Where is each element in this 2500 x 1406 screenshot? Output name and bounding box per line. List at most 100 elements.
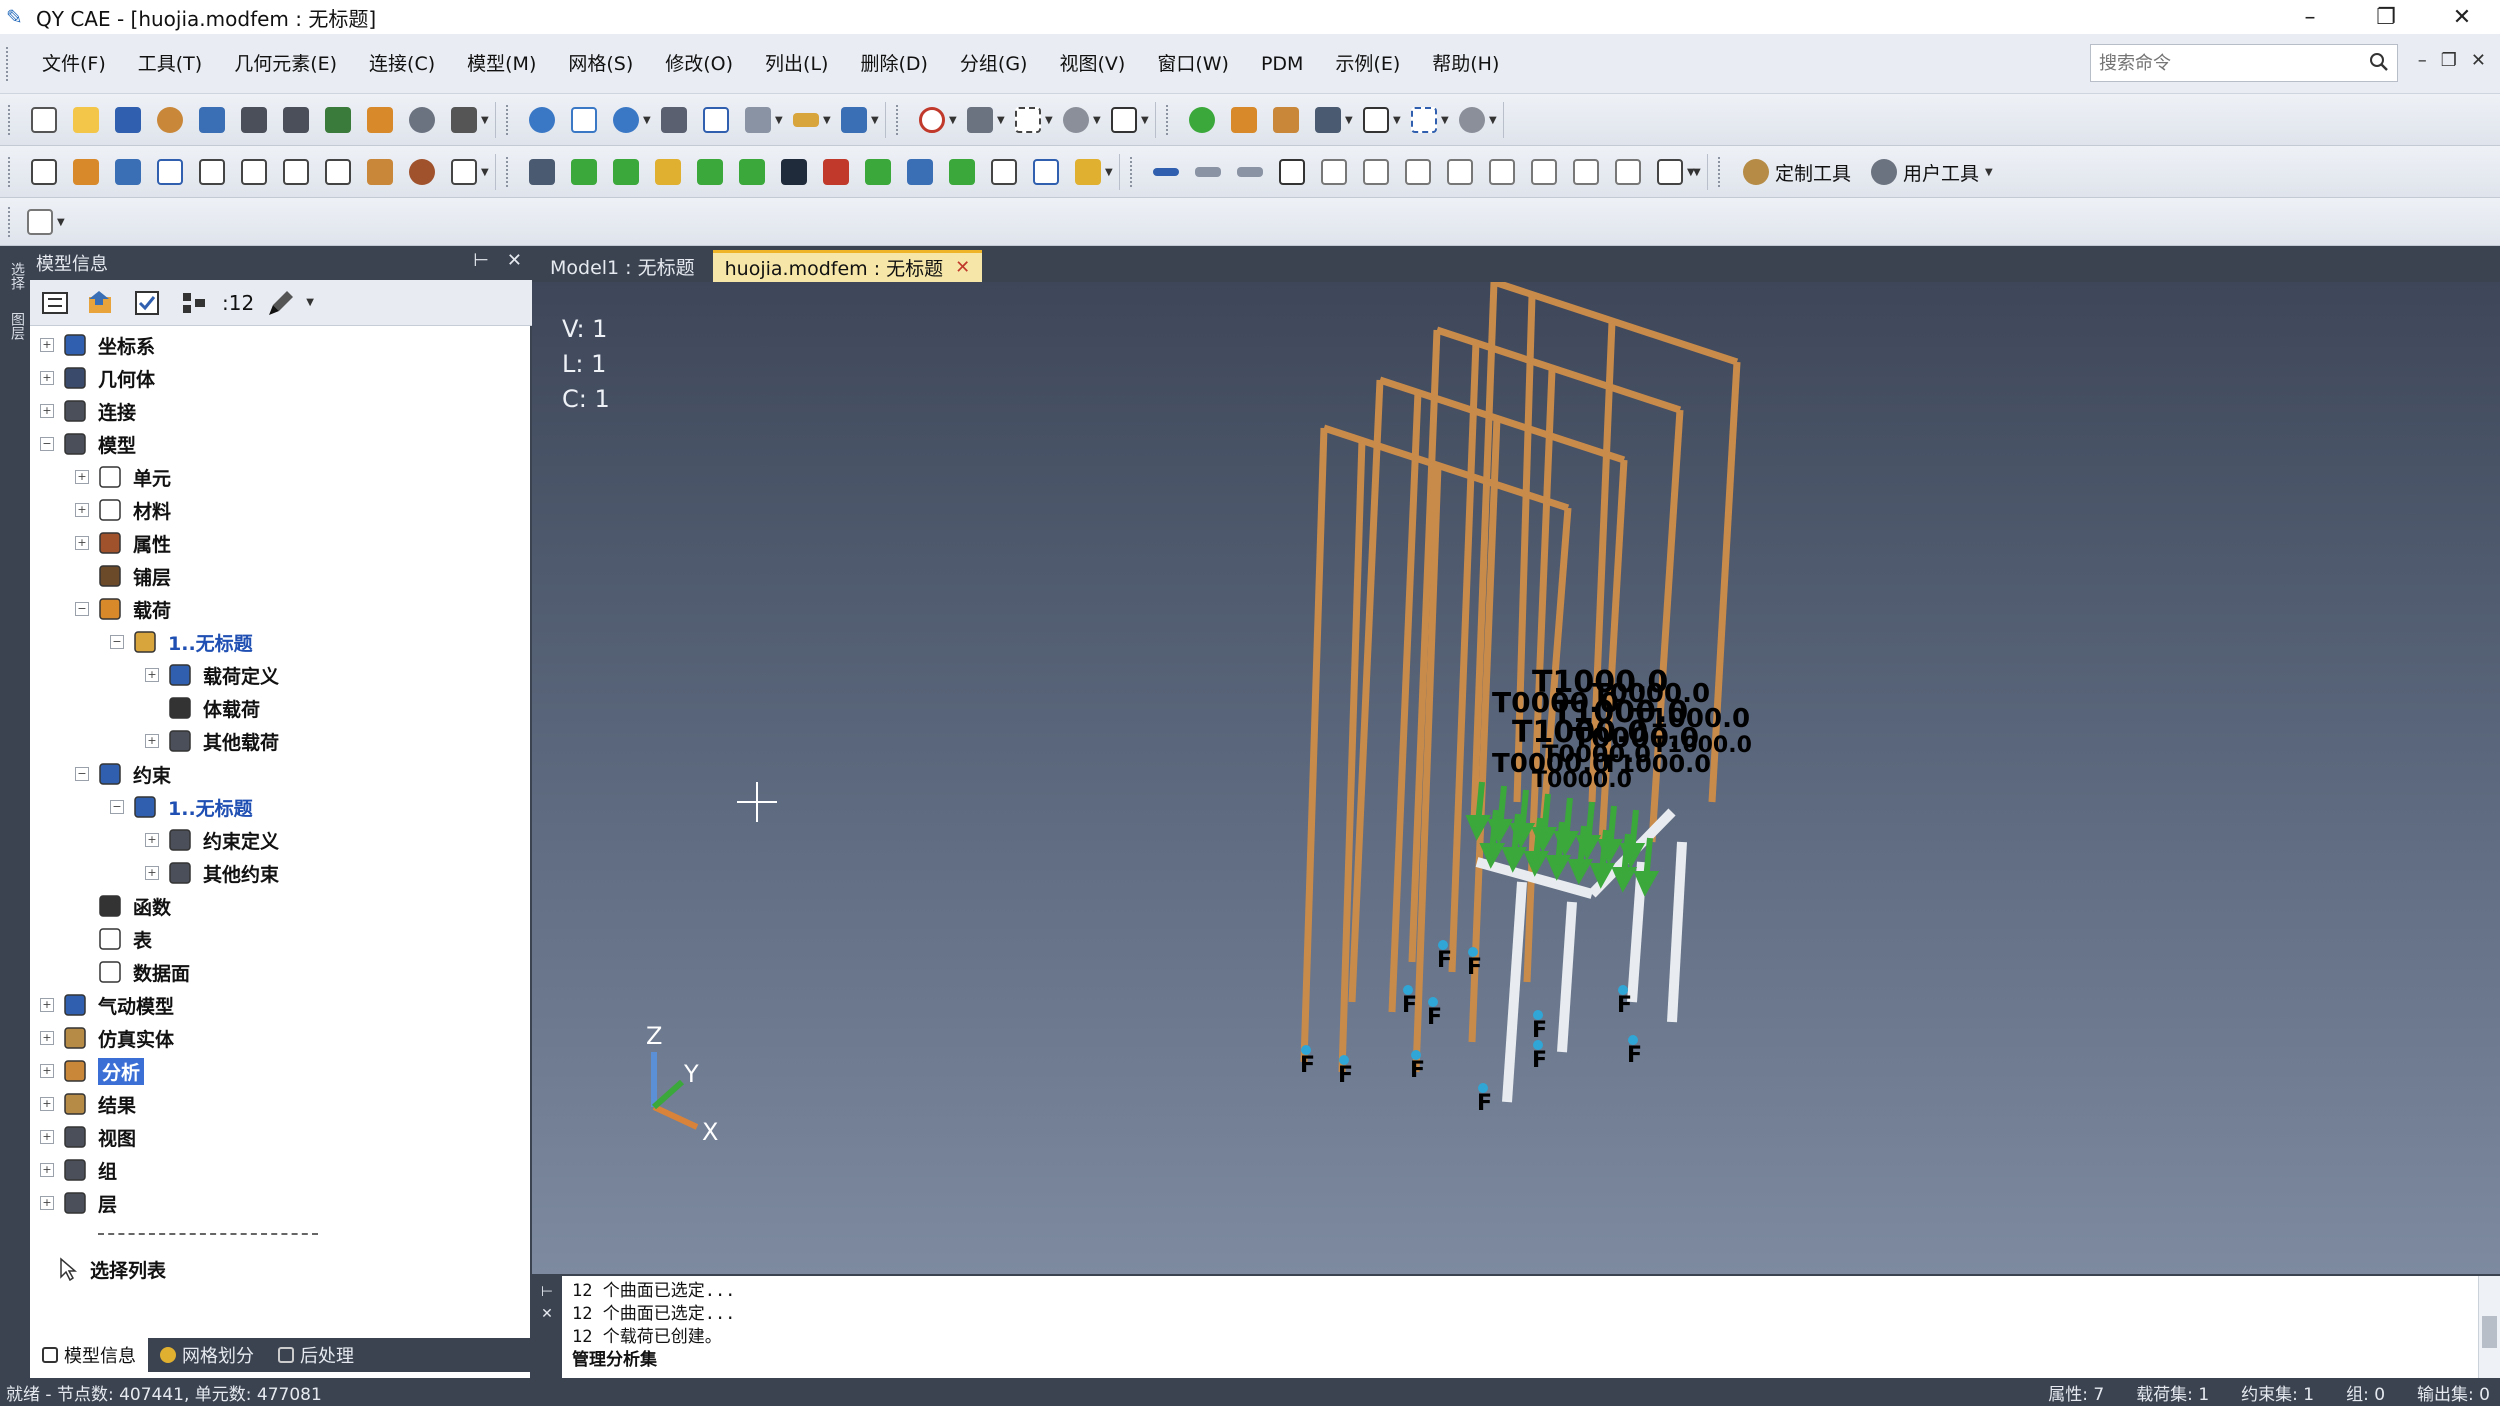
user-tools-button[interactable]: 用户工具 bbox=[1861, 155, 1989, 189]
tree-item[interactable]: − 1..无标题 bbox=[110, 792, 253, 822]
tree-item[interactable]: − 1..无标题 bbox=[110, 627, 253, 657]
doc-tab-model1[interactable]: Model1 : 无标题 bbox=[538, 250, 707, 282]
link-button[interactable] bbox=[152, 103, 188, 137]
render-button[interactable] bbox=[1184, 103, 1220, 137]
mdi-close-button[interactable]: ✕ bbox=[2471, 50, 2486, 71]
toolbar-overflow-icon[interactable]: ▼ bbox=[1985, 167, 1995, 178]
expand-icon[interactable]: + bbox=[40, 404, 54, 418]
expand-icon[interactable]: + bbox=[75, 536, 89, 550]
mdi-minimize-button[interactable]: – bbox=[2418, 50, 2427, 71]
force-button[interactable] bbox=[650, 155, 686, 189]
menu-connect[interactable]: 连接(C) bbox=[353, 47, 451, 81]
tree-item[interactable]: + 分析 bbox=[40, 1056, 145, 1086]
measure-button[interactable] bbox=[788, 103, 824, 137]
beam-button[interactable] bbox=[1148, 155, 1184, 189]
toolbar-grip[interactable] bbox=[8, 157, 13, 187]
zoom-button[interactable] bbox=[914, 103, 950, 137]
library-button[interactable] bbox=[362, 103, 398, 137]
magnify-button[interactable] bbox=[962, 103, 998, 137]
output-scrollbar[interactable] bbox=[2478, 1276, 2500, 1380]
minimize-button[interactable]: – bbox=[2272, 0, 2348, 34]
toolbar-overflow-icon[interactable]: ▼ bbox=[57, 217, 67, 228]
tree-item[interactable]: + 其他载荷 bbox=[145, 726, 279, 756]
menu-model[interactable]: 模型(M) bbox=[451, 47, 552, 81]
expand-icon[interactable]: + bbox=[40, 1130, 54, 1144]
dropdown-arrow-icon[interactable]: ▼ bbox=[1141, 115, 1151, 126]
dropdown-arrow-icon[interactable]: ▼ bbox=[997, 115, 1007, 126]
dropdown-arrow-icon[interactable]: ▼ bbox=[1345, 115, 1355, 126]
tree-item[interactable]: 表 bbox=[75, 924, 152, 954]
expand-icon[interactable]: + bbox=[145, 734, 159, 748]
tree-item[interactable]: + 载荷定义 bbox=[145, 660, 279, 690]
shell-button[interactable] bbox=[1274, 155, 1310, 189]
close-tab-icon[interactable]: ✕ bbox=[955, 257, 970, 278]
toolbar-overflow-icon[interactable]: ▼ bbox=[1489, 115, 1499, 126]
view-cube-button[interactable] bbox=[740, 103, 776, 137]
graphics-viewport[interactable]: V: 1 L: 1 C: 1 T1000.0 T0000.0 T1000.0 T… bbox=[532, 282, 2500, 1274]
toolbar-grip[interactable] bbox=[1130, 157, 1135, 187]
tree-item[interactable]: + 视图 bbox=[40, 1122, 136, 1152]
expand-icon[interactable]: + bbox=[145, 833, 159, 847]
expand-icon[interactable]: + bbox=[40, 1064, 54, 1078]
check-tree-button[interactable] bbox=[130, 286, 166, 320]
expand-icon[interactable]: + bbox=[40, 371, 54, 385]
rotate-view-button[interactable] bbox=[524, 103, 560, 137]
tree-item[interactable]: − 模型 bbox=[40, 429, 136, 459]
tree-item[interactable]: 体载荷 bbox=[145, 693, 260, 723]
transform-button[interactable] bbox=[836, 103, 872, 137]
toolbar-overflow-icon[interactable]: ▼ bbox=[1105, 167, 1115, 178]
dropdown-arrow-icon[interactable]: ▼ bbox=[1093, 115, 1103, 126]
menu-group[interactable]: 分组(G) bbox=[944, 47, 1044, 81]
toolbar-overflow-icon[interactable]: ▼ bbox=[481, 115, 491, 126]
tab-model-info[interactable]: 模型信息 bbox=[30, 1338, 148, 1372]
tree-expand-button[interactable] bbox=[278, 103, 314, 137]
collapse-icon[interactable]: − bbox=[110, 800, 124, 814]
toolbar-overflow-icon[interactable]: ▼ bbox=[481, 167, 491, 178]
toolbar-grip[interactable] bbox=[506, 157, 511, 187]
constraint-button[interactable] bbox=[860, 155, 896, 189]
tree-item[interactable]: − 约束 bbox=[75, 759, 171, 789]
toolbar-grip[interactable] bbox=[1166, 105, 1171, 135]
expand-icon[interactable]: + bbox=[145, 866, 159, 880]
tree-item[interactable]: + 单元 bbox=[75, 462, 171, 492]
collapse-icon[interactable]: − bbox=[75, 767, 89, 781]
dropdown-arrow-icon[interactable]: ▼ bbox=[306, 297, 316, 308]
box-select-button[interactable] bbox=[1010, 103, 1046, 137]
grid-view-button[interactable] bbox=[1358, 103, 1394, 137]
load-set-button[interactable] bbox=[608, 155, 644, 189]
tree-item[interactable]: − 载荷 bbox=[75, 594, 171, 624]
tree-item[interactable]: + 几何体 bbox=[40, 363, 155, 393]
pencil-button[interactable] bbox=[1226, 103, 1262, 137]
pressure-button[interactable] bbox=[734, 155, 770, 189]
menu-modify[interactable]: 修改(O) bbox=[649, 47, 749, 81]
database-button[interactable] bbox=[1310, 103, 1346, 137]
solid-button[interactable] bbox=[1442, 155, 1478, 189]
output-close-icon[interactable]: ✕ bbox=[541, 1306, 553, 1322]
menu-pdm[interactable]: PDM bbox=[1245, 47, 1319, 81]
dropdown-arrow-icon[interactable]: ▼ bbox=[1045, 115, 1055, 126]
dropdown-arrow-icon[interactable]: ▼ bbox=[1441, 115, 1451, 126]
tree-item[interactable]: 函数 bbox=[75, 891, 171, 921]
triangle-button[interactable] bbox=[1028, 155, 1064, 189]
moment-button[interactable] bbox=[692, 155, 728, 189]
dock-tab-layer[interactable]: 图层 bbox=[3, 306, 27, 346]
tet-button[interactable] bbox=[1484, 155, 1520, 189]
tree-button[interactable] bbox=[236, 103, 272, 137]
mesh-export-button[interactable] bbox=[1610, 155, 1646, 189]
menu-view[interactable]: 视图(V) bbox=[1043, 47, 1141, 81]
menu-geometry[interactable]: 几何元素(E) bbox=[218, 47, 353, 81]
tree-item[interactable]: + 其他约束 bbox=[145, 858, 279, 888]
toolbar-grip[interactable] bbox=[8, 105, 13, 135]
expand-icon[interactable]: + bbox=[75, 503, 89, 517]
scroll-thumb[interactable] bbox=[2482, 1316, 2497, 1348]
quad-button[interactable] bbox=[1316, 155, 1352, 189]
menu-tools[interactable]: 工具(T) bbox=[122, 47, 218, 81]
custom-tools-button[interactable]: 定制工具 bbox=[1733, 155, 1861, 189]
model-tree-button[interactable] bbox=[26, 155, 62, 189]
output-pin-icon[interactable]: ⊢ bbox=[541, 1284, 553, 1300]
tree-item-selection-list[interactable]: 选择列表 bbox=[54, 1254, 166, 1284]
hex-button[interactable] bbox=[1400, 155, 1436, 189]
collapse-icon[interactable]: − bbox=[40, 437, 54, 451]
mesh-import-button[interactable] bbox=[1568, 155, 1604, 189]
expand-icon[interactable]: + bbox=[40, 1031, 54, 1045]
